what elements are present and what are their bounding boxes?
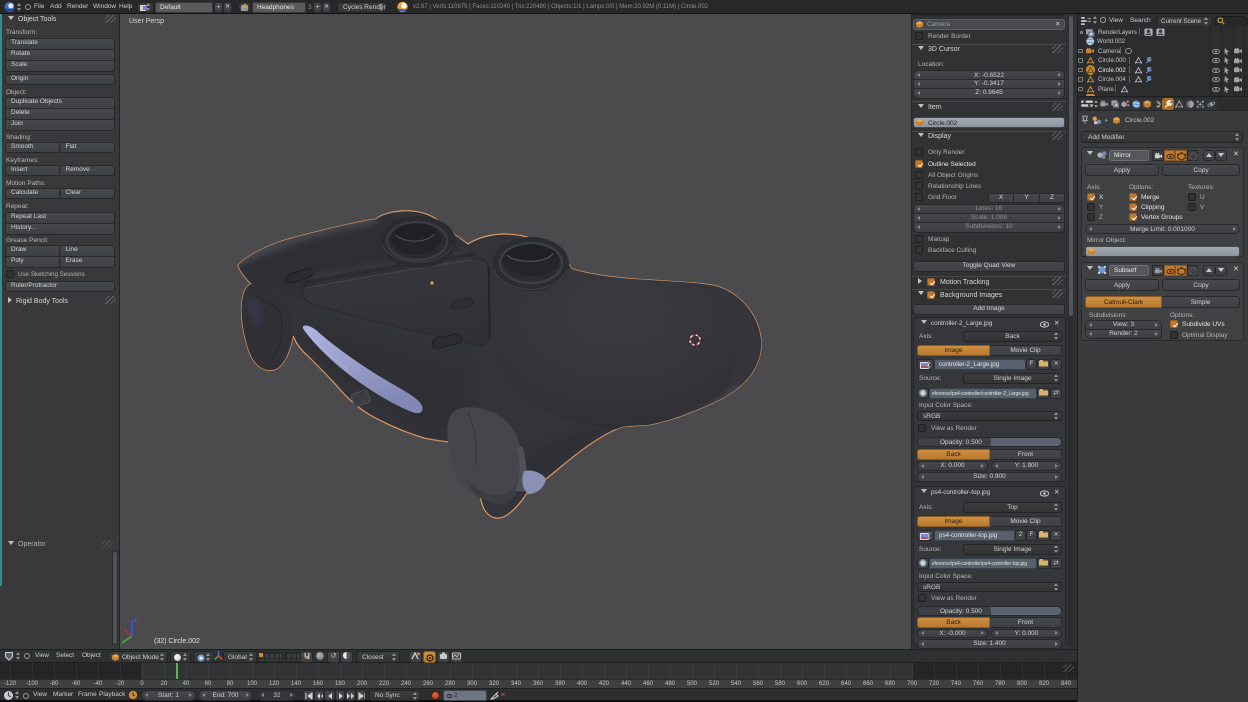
svg-text:z: z (134, 618, 137, 624)
